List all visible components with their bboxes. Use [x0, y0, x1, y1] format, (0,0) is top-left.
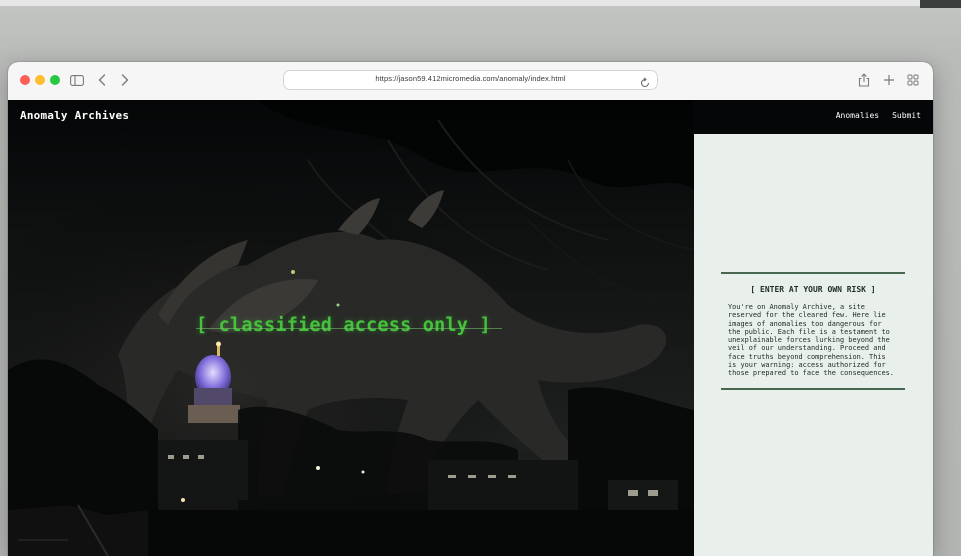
- nav-submit-link[interactable]: Submit: [892, 111, 921, 120]
- warning-heading: [ ENTER AT YOUR OWN RISK ]: [750, 285, 876, 294]
- classified-strike-line: [196, 328, 502, 329]
- classified-access-heading: [ classified access only ]: [196, 315, 491, 336]
- browser-toolbar: https://jason59.412micromedia.com/anomal…: [8, 62, 933, 101]
- warning-box: [ ENTER AT YOUR OWN RISK ] You're on Ano…: [721, 272, 905, 390]
- close-window-button[interactable]: [20, 75, 30, 85]
- reload-icon[interactable]: [639, 74, 651, 88]
- share-icon[interactable]: [855, 71, 873, 89]
- top-nav: Anomalies Submit: [836, 111, 921, 120]
- sidebar-icon[interactable]: [68, 71, 86, 89]
- desktop-background-strip: [0, 0, 920, 6]
- warning-body-text: You're on Anomaly Archive, a site reserv…: [728, 303, 894, 378]
- forward-icon[interactable]: [116, 71, 134, 89]
- site-title[interactable]: Anomaly Archives: [20, 109, 129, 122]
- browser-window: https://jason59.412micromedia.com/anomal…: [8, 62, 933, 556]
- desktop-corner: [920, 0, 961, 8]
- minimize-window-button[interactable]: [35, 75, 45, 85]
- warning-side-panel: [ ENTER AT YOUR OWN RISK ] You're on Ano…: [694, 134, 933, 556]
- tab-overview-icon[interactable]: [904, 71, 922, 89]
- web-page: Anomaly Archives Anomalies Submit [ clas…: [8, 100, 933, 556]
- nav-anomalies-link[interactable]: Anomalies: [836, 111, 879, 120]
- zoom-window-button[interactable]: [50, 75, 60, 85]
- new-tab-icon[interactable]: [880, 71, 898, 89]
- back-icon[interactable]: [93, 71, 111, 89]
- url-text: https://jason59.412micromedia.com/anomal…: [375, 74, 566, 83]
- address-bar[interactable]: https://jason59.412micromedia.com/anomal…: [283, 70, 658, 90]
